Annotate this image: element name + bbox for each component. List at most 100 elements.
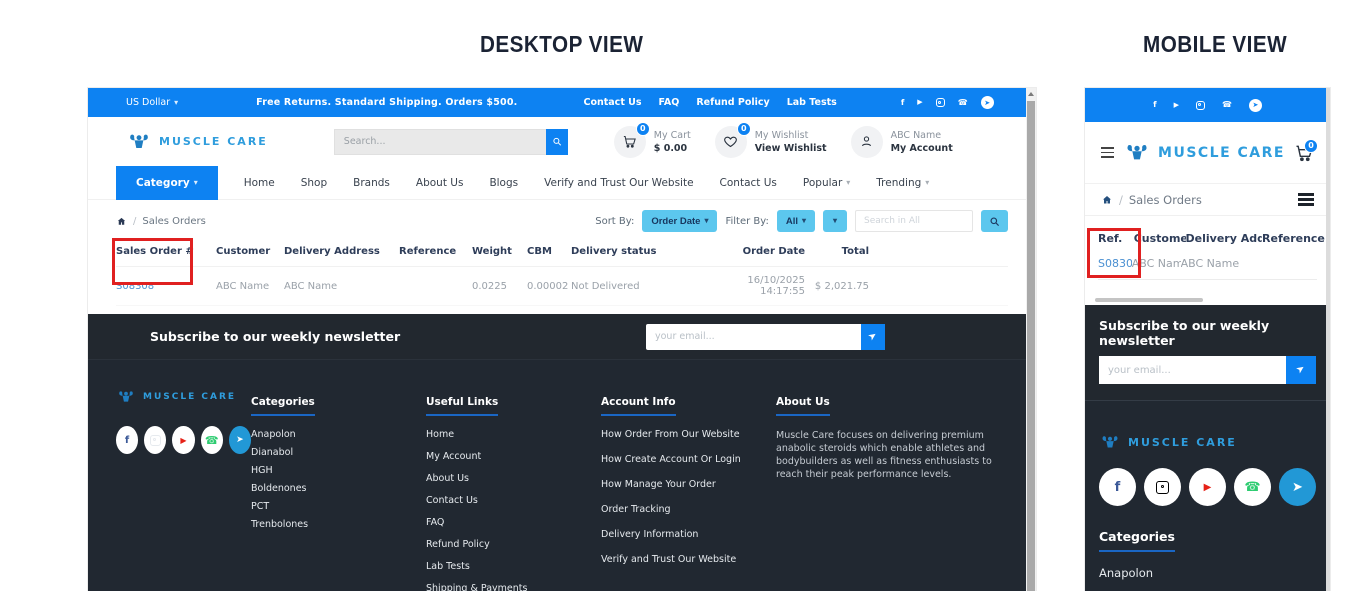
- footer-link[interactable]: Order Tracking: [601, 504, 776, 515]
- vertical-scrollbar[interactable]: [1326, 88, 1330, 591]
- facebook-icon[interactable]: f: [1153, 101, 1156, 109]
- newsletter-email-input[interactable]: [1099, 356, 1286, 384]
- facebook-icon[interactable]: f: [116, 426, 138, 454]
- order-id-link[interactable]: S08308: [116, 281, 154, 292]
- footer-link[interactable]: How Create Account Or Login: [601, 454, 776, 465]
- search-input[interactable]: [334, 129, 546, 155]
- footer-link[interactable]: Anapolon: [251, 429, 426, 440]
- horizontal-scrollbar-thumb[interactable]: [1095, 298, 1203, 302]
- cart-widget[interactable]: 0 My Cart $ 0.00: [614, 126, 691, 158]
- footer-link[interactable]: Boldenones: [251, 483, 426, 494]
- telegram-icon[interactable]: ➤: [229, 426, 251, 454]
- newsletter-send-button[interactable]: ➤: [1286, 356, 1316, 384]
- telegram-icon[interactable]: ➤: [1249, 99, 1262, 112]
- nav-link[interactable]: Blogs: [489, 177, 518, 189]
- telegram-icon[interactable]: ➤: [981, 96, 994, 109]
- column-header[interactable]: Reference: [399, 246, 472, 257]
- topbar-link[interactable]: Contact Us: [583, 97, 641, 108]
- footer-link[interactable]: How Manage Your Order: [601, 479, 776, 490]
- facebook-icon[interactable]: f: [1099, 468, 1136, 506]
- footer-link[interactable]: Lab Tests: [426, 561, 601, 572]
- currency-selector[interactable]: US Dollar ▾: [126, 97, 178, 108]
- footer-link[interactable]: Trenbolones: [251, 519, 426, 530]
- column-header[interactable]: Delivery Address: [284, 246, 399, 257]
- filter-field-select[interactable]: ▾: [823, 210, 847, 232]
- brand-logo[interactable]: MUSCLE CARE: [126, 133, 268, 151]
- instagram-icon[interactable]: [144, 426, 166, 454]
- scrollbar-thumb[interactable]: [1027, 101, 1035, 591]
- footer-link[interactable]: How Order From Our Website: [601, 429, 776, 440]
- instagram-icon[interactable]: [1144, 468, 1181, 506]
- order-id-link[interactable]: S08308: [1098, 257, 1132, 270]
- nav-link[interactable]: About Us: [416, 177, 464, 189]
- home-icon[interactable]: [1101, 194, 1113, 206]
- facebook-icon[interactable]: f: [901, 99, 904, 107]
- telegram-icon[interactable]: ➤: [1279, 468, 1316, 506]
- brand-logo[interactable]: MUSCLE CARE: [1123, 143, 1285, 163]
- footer-link[interactable]: Dianabol: [251, 447, 426, 458]
- column-header[interactable]: Weight: [472, 246, 527, 257]
- column-header[interactable]: Order Date: [711, 246, 811, 257]
- menu-icon[interactable]: [1101, 147, 1114, 158]
- column-header[interactable]: CBM: [527, 246, 571, 257]
- column-header[interactable]: Customer: [216, 246, 284, 257]
- footer-link[interactable]: Anapolon: [1099, 566, 1316, 580]
- cart-button[interactable]: 0: [1294, 143, 1314, 163]
- category-menu-button[interactable]: Category ▾: [116, 166, 218, 200]
- footer-link[interactable]: Shipping & Payments: [426, 583, 601, 591]
- footer-link[interactable]: About Us: [426, 473, 601, 484]
- whatsapp-icon[interactable]: ☎: [1234, 468, 1271, 506]
- vertical-scrollbar[interactable]: [1026, 88, 1036, 591]
- nav-link[interactable]: Contact Us: [720, 177, 777, 189]
- footer-link[interactable]: My Account: [426, 451, 601, 462]
- footer-link[interactable]: Contact Us: [426, 495, 601, 506]
- filter-by-select[interactable]: All ▾: [777, 210, 815, 232]
- instagram-icon[interactable]: [936, 98, 945, 107]
- breadcrumb-current[interactable]: Sales Orders: [142, 216, 205, 227]
- account-widget[interactable]: ABC Name My Account: [851, 126, 953, 158]
- column-header[interactable]: Total: [811, 246, 875, 257]
- wishlist-widget[interactable]: 0 My Wishlist View Wishlist: [715, 126, 827, 158]
- nav-trending-dropdown[interactable]: Trending ▾: [876, 177, 929, 189]
- topbar-link[interactable]: FAQ: [659, 97, 680, 108]
- instagram-icon[interactable]: [1196, 101, 1205, 110]
- topbar-link[interactable]: Refund Policy: [696, 97, 769, 108]
- home-icon[interactable]: [116, 216, 127, 227]
- list-search-button[interactable]: [981, 210, 1008, 232]
- footer-link[interactable]: Home: [426, 429, 601, 440]
- footer-link[interactable]: Refund Policy: [426, 539, 601, 550]
- column-header[interactable]: Sales Order #: [116, 246, 216, 257]
- footer-link[interactable]: Delivery Information: [601, 529, 776, 540]
- column-header[interactable]: Delivery status: [571, 246, 711, 257]
- footer-link[interactable]: FAQ: [426, 517, 601, 528]
- column-header[interactable]: Reference: [1262, 232, 1330, 245]
- column-header[interactable]: Ref.: [1098, 232, 1134, 245]
- breadcrumb-current[interactable]: Sales Orders: [1129, 193, 1202, 207]
- whatsapp-icon[interactable]: ☎: [958, 99, 968, 107]
- youtube-icon[interactable]: ▶: [1174, 102, 1179, 109]
- list-search-input[interactable]: [855, 210, 973, 232]
- footer-link[interactable]: PCT: [251, 501, 426, 512]
- nav-popular-dropdown[interactable]: Popular ▾: [803, 177, 850, 189]
- youtube-icon[interactable]: ▶: [917, 99, 922, 106]
- search-button[interactable]: [546, 129, 568, 155]
- whatsapp-icon[interactable]: ☎: [1222, 101, 1232, 109]
- footer-link[interactable]: HGH: [251, 465, 426, 476]
- whatsapp-icon[interactable]: ☎: [201, 426, 223, 454]
- nav-link[interactable]: Verify and Trust Our Website: [544, 177, 693, 189]
- newsletter-email-input[interactable]: [646, 324, 861, 350]
- list-menu-icon[interactable]: [1298, 193, 1314, 206]
- scroll-up-arrow-icon[interactable]: [1028, 92, 1034, 96]
- column-header[interactable]: Delivery Address: [1186, 232, 1262, 245]
- footer-logo[interactable]: MUSCLE CARE: [116, 390, 251, 404]
- nav-link[interactable]: Brands: [353, 177, 390, 189]
- sort-by-select[interactable]: Order Date ▾: [642, 210, 717, 232]
- footer-logo[interactable]: MUSCLE CARE: [1099, 435, 1316, 450]
- newsletter-send-button[interactable]: ➤: [861, 324, 885, 350]
- youtube-icon[interactable]: ▶: [1189, 468, 1226, 506]
- column-header[interactable]: Customer: [1134, 232, 1186, 245]
- footer-link[interactable]: Verify and Trust Our Website: [601, 554, 776, 565]
- nav-link[interactable]: Home: [244, 177, 275, 189]
- topbar-link[interactable]: Lab Tests: [787, 97, 837, 108]
- nav-link[interactable]: Shop: [301, 177, 327, 189]
